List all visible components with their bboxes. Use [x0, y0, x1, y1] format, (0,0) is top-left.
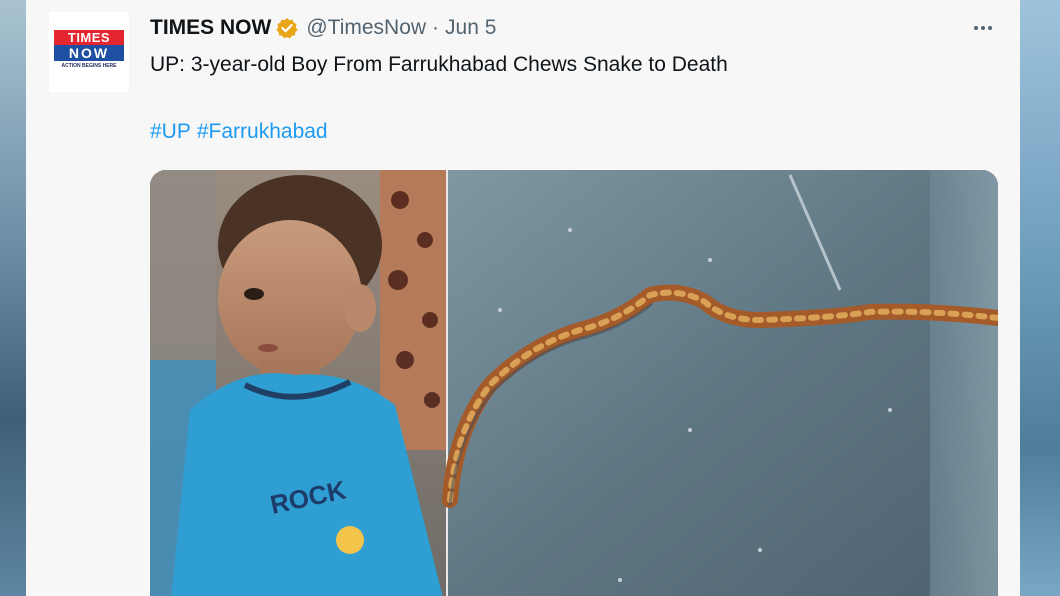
tweet-header: TIMES NOW @TimesNow · Jun 5: [150, 14, 496, 42]
logo-line2: NOW: [54, 45, 124, 61]
background-left-blur: [0, 0, 26, 596]
author-name[interactable]: TIMES NOW: [150, 16, 271, 40]
tweet-card[interactable]: TIMES NOW ACTION BEGINS HERE TIMES NOW @…: [26, 0, 1020, 596]
logo-tagline: ACTION BEGINS HERE: [61, 63, 117, 69]
hashtag-up[interactable]: #UP: [150, 120, 191, 143]
author-handle[interactable]: @TimesNow: [306, 16, 426, 40]
tweet-media[interactable]: ROCK: [150, 170, 998, 596]
times-now-logo: TIMES NOW ACTION BEGINS HERE: [54, 30, 124, 70]
hashtags: #UP #Farrukhabad: [150, 120, 334, 144]
hashtag-farrukhabad[interactable]: #Farrukhabad: [197, 120, 328, 143]
background-right-blur: [1020, 0, 1060, 596]
logo-line1: TIMES: [54, 30, 124, 45]
avatar[interactable]: TIMES NOW ACTION BEGINS HERE: [49, 12, 129, 92]
more-options-button[interactable]: [968, 14, 998, 42]
more-dot: [988, 26, 992, 30]
boy-photo: ROCK: [150, 170, 446, 596]
media-image: ROCK: [150, 170, 998, 596]
tweet-date[interactable]: Jun 5: [445, 16, 496, 40]
more-dot: [981, 26, 985, 30]
snake-photo: [442, 170, 998, 596]
tweet-text: UP: 3-year-old Boy From Farrukhabad Chew…: [150, 53, 728, 76]
verified-badge-icon[interactable]: [276, 17, 298, 39]
more-horizontal-icon: [974, 26, 978, 30]
header-separator: ·: [432, 16, 440, 39]
